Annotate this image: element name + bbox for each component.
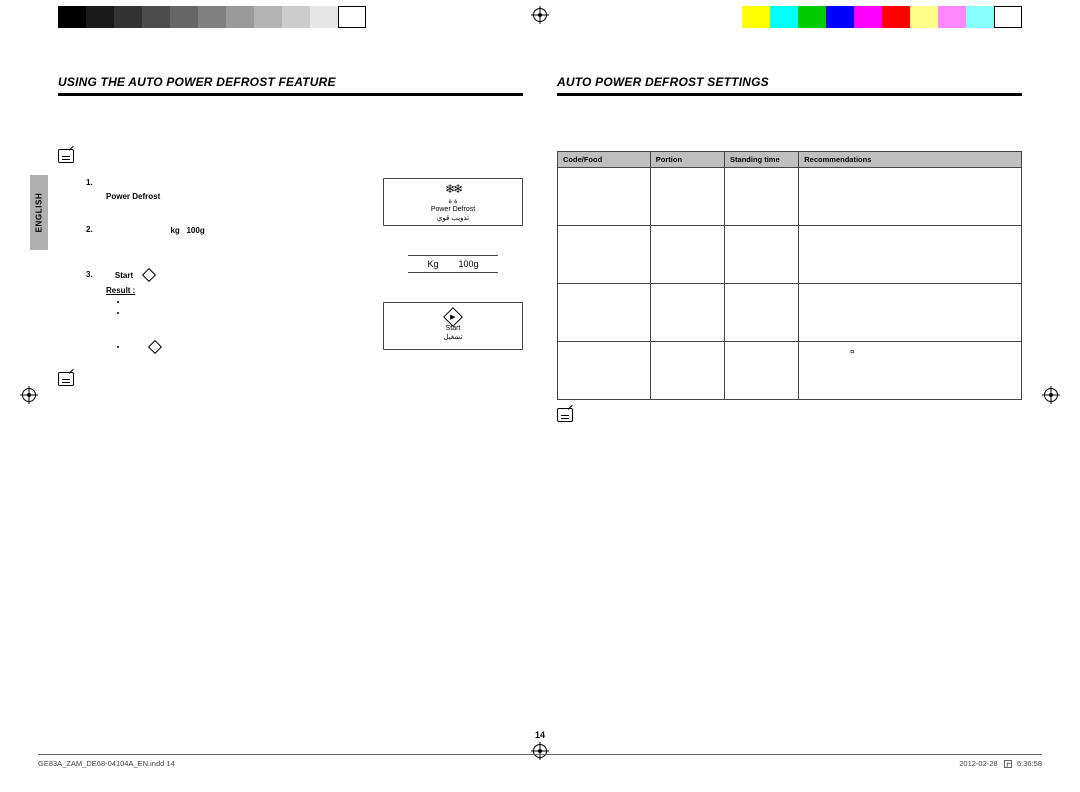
content-area: ENGLISH USING THE AUTO POWER DEFROST FEA… xyxy=(58,75,1022,722)
print-footer: GE83A_ZAM_DE68-04104A_EN.indd 14 2012-02… xyxy=(38,754,1042,768)
start-diamond-icon: ▶ xyxy=(443,308,463,328)
display-power-defrost: ❄❄ ة ة Power Defrost تذويب قوي xyxy=(383,178,523,226)
th-standing-time: Standing time xyxy=(725,152,799,168)
page-number: 14 xyxy=(535,730,545,740)
note xyxy=(58,149,523,170)
footer-note-text: › xyxy=(579,408,1022,429)
g-label: 100g xyxy=(458,259,478,269)
th-portion: Portion xyxy=(650,152,724,168)
display-previews: ❄❄ ة ة Power Defrost تذويب قوي Kg 100g ▶ xyxy=(383,178,523,364)
display-label: Power Defrost xyxy=(431,206,475,213)
step-3-label: Start xyxy=(115,271,133,280)
steps: ❄❄ ة ة Power Defrost تذويب قوي Kg 100g ▶ xyxy=(58,178,523,438)
kg-label: Kg xyxy=(427,259,438,269)
settings-intro xyxy=(557,110,1022,141)
right-column: AUTO POWER DEFROST SETTINGS Code/Food Po… xyxy=(557,75,1022,438)
display-label-ar: تذويب قوي xyxy=(437,214,469,222)
g-bold: 100g xyxy=(186,226,204,235)
note-2: / › " " xyxy=(58,372,523,393)
rgb-colorbar xyxy=(742,6,1022,28)
th-code-food: Code/Food xyxy=(558,152,651,168)
heading-rule xyxy=(557,93,1022,96)
footer-time: 6:36:58 xyxy=(1017,759,1042,768)
settings-table: Code/Food Portion Standing time Recommen… xyxy=(557,151,1022,400)
step-num: 1. xyxy=(86,178,98,205)
clock-icon xyxy=(1004,760,1012,768)
note-icon xyxy=(58,372,74,386)
table-row: ›› ››› › › xyxy=(558,284,1022,342)
footer-note: › xyxy=(557,408,1022,429)
step-num: 3. xyxy=(86,270,98,352)
note-text xyxy=(80,149,82,170)
table-row: ›› ›› › ¤ xyxy=(558,342,1022,400)
registration-mark-icon xyxy=(20,386,38,404)
th-recommendations: Recommendations xyxy=(799,152,1022,168)
diamond-icon xyxy=(148,339,162,353)
language-label: ENGLISH xyxy=(35,193,44,233)
display-start-ar: تشغيل xyxy=(444,333,463,341)
note-icon xyxy=(557,408,573,422)
footer-filename: GE83A_ZAM_DE68-04104A_EN.indd 14 xyxy=(38,759,175,768)
diamond-icon xyxy=(142,268,156,282)
step-1-label: Power Defrost xyxy=(106,192,160,201)
page: ENGLISH USING THE AUTO POWER DEFROST FEA… xyxy=(0,0,1080,792)
table-row: ›› ››› › › xyxy=(558,226,1022,284)
table-row: › ›› ››› › › xyxy=(558,168,1022,226)
kg-bold: kg xyxy=(170,226,179,235)
left-column: ENGLISH USING THE AUTO POWER DEFROST FEA… xyxy=(58,75,523,438)
registration-mark-icon xyxy=(531,6,549,24)
heading-rule xyxy=(58,93,523,96)
right-heading: AUTO POWER DEFROST SETTINGS xyxy=(557,75,1022,89)
footer-date: 2012-02-28 xyxy=(959,759,997,768)
table-header-row: Code/Food Portion Standing time Recommen… xyxy=(558,152,1022,168)
display-start: ▶ Start تشغيل xyxy=(383,302,523,350)
display-weight: Kg 100g xyxy=(383,240,523,288)
step-num: 2. xyxy=(86,225,98,248)
intro-text: / xyxy=(58,110,523,141)
language-side-tab: ENGLISH xyxy=(30,175,48,250)
note-2-text: / › " " xyxy=(80,372,176,393)
snowflake-icon: ❄ ةة xyxy=(167,190,187,202)
grayscale-colorbar xyxy=(58,6,366,28)
note-icon xyxy=(58,149,74,163)
snowflake-icon: ❄❄ xyxy=(445,182,461,196)
defrost-sub-icon: ة ة xyxy=(448,197,457,205)
registration-mark-icon xyxy=(1042,386,1060,404)
left-heading: USING THE AUTO POWER DEFROST FEATURE xyxy=(58,75,523,89)
